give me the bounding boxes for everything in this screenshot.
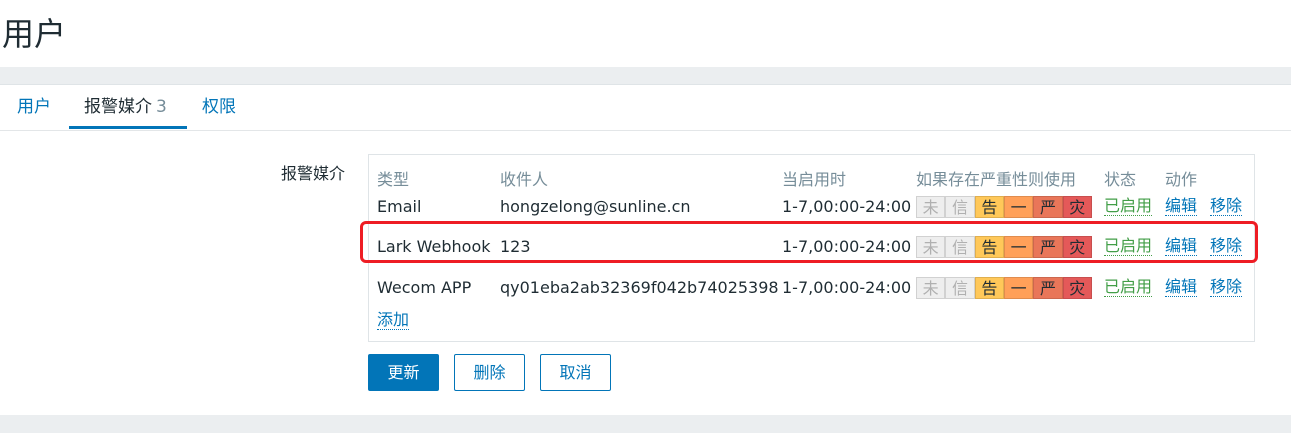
delete-button[interactable]: 删除 [454, 354, 525, 391]
media-type: Email [377, 197, 422, 216]
content-card: 用户 报警媒介 3 权限 报警媒介 类型 收件人 当启用时 如果存在严重性则使用 … [0, 84, 1291, 415]
update-button[interactable]: 更新 [368, 354, 439, 391]
severity-disaster: 灾 [1062, 236, 1092, 258]
severity-disaster: 灾 [1062, 277, 1092, 299]
severity-not-classified: 未 [916, 277, 946, 299]
severity-information: 信 [945, 277, 975, 299]
severity-not-classified: 未 [916, 236, 946, 258]
header-type: 类型 [377, 170, 410, 189]
status-enabled-link[interactable]: 已启用 [1104, 237, 1153, 256]
remove-link[interactable]: 移除 [1210, 278, 1243, 297]
media-type: Wecom APP [377, 278, 472, 297]
media-when-active: 1-7,00:00-24:00 [782, 278, 912, 297]
media-field-label: 报警媒介 [281, 164, 346, 183]
tab-user[interactable]: 用户 [17, 97, 51, 129]
severity-high: 严 [1033, 196, 1063, 218]
severity-warning: 告 [974, 277, 1004, 299]
severity-average: 一 [1003, 236, 1034, 258]
severity-average: 一 [1003, 196, 1034, 218]
media-type: Lark Webhook [377, 237, 491, 256]
media-sendto: hongzelong@sunline.cn [500, 197, 691, 216]
tab-media-count: 3 [156, 97, 167, 117]
media-table: 类型 收件人 当启用时 如果存在严重性则使用 状态 动作 Email hongz… [368, 154, 1255, 342]
severity-average: 一 [1003, 277, 1034, 299]
tab-permissions-label: 权限 [202, 97, 236, 117]
media-when-active: 1-7,00:00-24:00 [782, 197, 912, 216]
severity-high: 严 [1033, 236, 1063, 258]
page-header: 用户 [0, 0, 1291, 67]
header-action: 动作 [1165, 170, 1198, 189]
edit-link[interactable]: 编辑 [1165, 197, 1198, 216]
media-when-active: 1-7,00:00-24:00 [782, 237, 912, 256]
media-sendto: 123 [500, 237, 531, 256]
severity-not-classified: 未 [916, 196, 946, 218]
header-when-active: 当启用时 [782, 170, 847, 189]
tab-user-label: 用户 [17, 97, 51, 117]
add-media-link[interactable]: 添加 [377, 311, 410, 330]
severity-indicator: 未 信 告 一 严 灾 [916, 236, 1092, 258]
header-sendto: 收件人 [500, 170, 549, 189]
severity-indicator: 未 信 告 一 严 灾 [916, 277, 1092, 299]
status-enabled-link[interactable]: 已启用 [1104, 197, 1153, 216]
status-enabled-link[interactable]: 已启用 [1104, 278, 1153, 297]
edit-link[interactable]: 编辑 [1165, 237, 1198, 256]
severity-warning: 告 [974, 196, 1004, 218]
tab-media-label: 报警媒介 [84, 97, 152, 117]
severity-information: 信 [945, 196, 975, 218]
remove-link[interactable]: 移除 [1210, 237, 1243, 256]
media-sendto: qy01eba2ab32369f042b74025398 [500, 278, 779, 297]
header-severity: 如果存在严重性则使用 [916, 170, 1077, 189]
tab-bar: 用户 报警媒介 3 权限 [0, 85, 1291, 131]
page-title: 用户 [2, 15, 67, 53]
severity-disaster: 灾 [1062, 196, 1092, 218]
severity-indicator: 未 信 告 一 严 灾 [916, 196, 1092, 218]
remove-link[interactable]: 移除 [1210, 197, 1243, 216]
tab-permissions[interactable]: 权限 [202, 97, 236, 129]
severity-information: 信 [945, 236, 975, 258]
tab-media[interactable]: 报警媒介 3 [69, 97, 187, 129]
edit-link[interactable]: 编辑 [1165, 278, 1198, 297]
cancel-button[interactable]: 取消 [540, 354, 611, 391]
header-status: 状态 [1104, 170, 1137, 189]
severity-high: 严 [1033, 277, 1063, 299]
severity-warning: 告 [974, 236, 1004, 258]
